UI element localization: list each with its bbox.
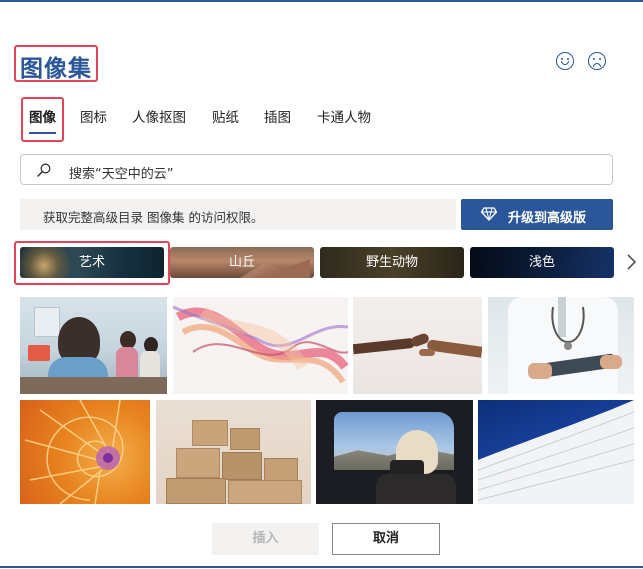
dialog-top-border: [0, 0, 643, 2]
upgrade-button[interactable]: 升级到高级版: [461, 199, 613, 230]
tab-cartoon-people[interactable]: 卡通人物: [317, 106, 371, 126]
dialog-bottom-border: [0, 566, 643, 568]
image-cardboard-boxes[interactable]: [156, 400, 311, 504]
tab-icons[interactable]: 图标: [80, 106, 107, 126]
smile-icon[interactable]: [556, 52, 574, 70]
image-nautilus-shell[interactable]: [20, 400, 150, 504]
category-art-label: 艺术: [78, 255, 105, 270]
upgrade-button-label: 升级到高级版: [508, 211, 587, 226]
image-hands-reaching[interactable]: [353, 297, 482, 394]
image-abstract-swirl[interactable]: [173, 297, 348, 394]
category-wildlife-label: 野生动物: [365, 255, 418, 270]
image-children-classroom[interactable]: [20, 297, 167, 394]
tab-cutout-people[interactable]: 人像抠图: [132, 106, 186, 126]
premium-banner-text: 获取完整高级目录 图像集 的访问权限。: [43, 210, 264, 225]
search-input[interactable]: 搜索“天空中的云”: [20, 154, 613, 185]
active-tab-indicator: [29, 132, 56, 134]
search-placeholder: 搜索“天空中的云”: [69, 167, 174, 182]
cancel-button[interactable]: 取消: [332, 523, 440, 555]
category-hills[interactable]: 山丘: [170, 247, 314, 278]
tab-illustrations[interactable]: 插图: [264, 106, 291, 126]
tab-images[interactable]: 图像: [29, 106, 56, 126]
dialog-title: 图像集: [20, 56, 92, 82]
category-wildlife[interactable]: 野生动物: [320, 247, 464, 278]
insert-button[interactable]: 插入: [212, 523, 319, 555]
premium-banner: 获取完整高级目录 图像集 的访问权限。: [20, 199, 456, 230]
image-white-architecture[interactable]: [478, 400, 634, 504]
image-car-window-photographer[interactable]: [316, 400, 473, 504]
diamond-icon: [481, 207, 497, 221]
category-light-label: 浅色: [528, 255, 555, 270]
chevron-right-icon[interactable]: [624, 253, 638, 271]
search-icon: [37, 163, 51, 177]
category-hills-label: 山丘: [228, 255, 255, 270]
frown-icon[interactable]: [588, 52, 606, 70]
tab-stickers[interactable]: 贴纸: [212, 106, 239, 126]
image-doctor-tablet[interactable]: [488, 297, 634, 394]
category-light[interactable]: 浅色: [470, 247, 614, 278]
